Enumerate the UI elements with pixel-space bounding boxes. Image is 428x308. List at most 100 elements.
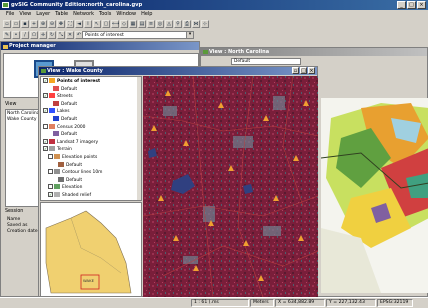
measure-distance-icon[interactable]: ⟷	[111, 20, 119, 28]
toc-layer-row[interactable]: ✓ Terrain	[43, 146, 72, 153]
minimize-icon[interactable]: _	[397, 1, 406, 9]
app-title-bar: gvSIG Community Edition:north_carolina.g…	[0, 0, 428, 10]
maximize-icon[interactable]: □	[300, 67, 307, 74]
layout-icon[interactable]: ▤	[138, 20, 146, 28]
zoom-in-icon[interactable]: ⊕	[39, 20, 47, 28]
layer-visibility-checkbox[interactable]: ✓	[43, 138, 48, 144]
toc-layer-label: Default	[66, 162, 83, 168]
menu-tools[interactable]: Tools	[99, 10, 111, 18]
hyperlink-icon[interactable]: ⚲	[174, 20, 182, 28]
layer-visibility-checkbox[interactable]: ✓	[43, 78, 48, 83]
locator-map[interactable]: WAKE	[40, 202, 142, 297]
pan-icon[interactable]: ✥	[57, 20, 65, 28]
layer-visibility-checkbox[interactable]	[48, 154, 53, 159]
menu-file[interactable]: File	[6, 10, 14, 18]
status-bar: 1 : 61 (.ms Meters X = 634,882.89 Y = 22…	[0, 297, 428, 308]
toc-layer-row[interactable]: ✓ Streets	[43, 93, 73, 100]
wake-map-canvas[interactable]	[143, 76, 318, 297]
add-layer-icon[interactable]: +	[30, 20, 38, 28]
delete-icon[interactable]: ✕	[66, 31, 74, 39]
toc-layer-row[interactable]: ✓ Lakes	[43, 108, 70, 115]
status-message	[0, 299, 190, 307]
view-nc-combo-value: Default	[234, 59, 251, 64]
locator-icon[interactable]: ◎	[156, 20, 164, 28]
layer-visibility-checkbox[interactable]	[48, 169, 53, 175]
zoom-out-icon[interactable]: ⊖	[48, 20, 56, 28]
toc-layer-row[interactable]: Default	[53, 116, 77, 123]
view-wake-controls: ▫ □ ×	[292, 67, 315, 74]
main-toolbar: ▫ ▭ ▪ + ⊕ ⊖ ✥ ⛶ ◄ i ↖ ▢ ⟷ ◇ ▦ ▤ ≡ ◎ ◬ ⚲ …	[0, 19, 428, 29]
nc-geology-map[interactable]	[321, 98, 428, 293]
open-icon[interactable]: ▭	[12, 20, 20, 28]
network-icon[interactable]: ⋈	[192, 20, 200, 28]
toc-layer-row[interactable]: Default	[53, 131, 77, 138]
toc-layer-row[interactable]: Elevation points	[48, 154, 97, 161]
measure-area-icon[interactable]: ◇	[120, 20, 128, 28]
view-nc-combo[interactable]: Default	[231, 58, 301, 65]
layer-visibility-checkbox[interactable]	[43, 123, 48, 129]
chevron-down-icon[interactable]: ▾	[186, 32, 193, 38]
project-icon	[3, 45, 8, 49]
menu-table[interactable]: Table	[55, 10, 68, 18]
detach-icon[interactable]: ▫	[292, 67, 299, 74]
view-item-wake-county[interactable]: Wake County	[6, 117, 38, 122]
toc-layer-label: Points of interest	[57, 79, 101, 84]
toc-layer-label: Default	[61, 132, 78, 138]
layer-visibility-checkbox[interactable]: ✓	[43, 108, 48, 114]
layer-visibility-checkbox[interactable]: ✓	[48, 192, 53, 197]
status-y: Y = 227,132.43	[326, 299, 376, 307]
edit-icon[interactable]: ✎	[3, 31, 11, 39]
zoom-previous-icon[interactable]: ◄	[75, 20, 83, 28]
layer-visibility-checkbox[interactable]: ✓	[43, 93, 48, 99]
new-icon[interactable]: ▫	[3, 20, 11, 28]
toc-layer-row[interactable]: ✓ Landsat 7 imagery	[43, 138, 98, 146]
zoom-full-icon[interactable]: ⛶	[66, 20, 74, 28]
toc-scrollbar[interactable]	[137, 77, 141, 200]
status-units[interactable]: Meters	[250, 299, 274, 307]
toc-layer-row[interactable]: Default	[53, 100, 77, 108]
toc-layer-row[interactable]: Default	[58, 161, 83, 169]
nc-geology-svg	[321, 103, 428, 293]
scale-icon[interactable]: ⤡	[57, 31, 65, 39]
layer-visibility-checkbox[interactable]: ✓	[43, 146, 48, 152]
toc-layer-row[interactable]: ✓ Points of interest	[43, 78, 100, 85]
menu-layer[interactable]: Layer	[36, 10, 50, 18]
layer-visibility-checkbox[interactable]	[48, 184, 53, 190]
menu-view[interactable]: View	[19, 10, 31, 18]
legend-icon[interactable]: ≡	[147, 20, 155, 28]
snap-icon[interactable]: ⊹	[201, 20, 209, 28]
save-icon[interactable]: ▪	[21, 20, 29, 28]
menu-window[interactable]: Window	[116, 10, 136, 18]
menu-help[interactable]: Help	[141, 10, 152, 18]
locator-label: WAKE	[83, 278, 95, 283]
toc-layer-row[interactable]: Default	[58, 176, 82, 184]
polygon-icon[interactable]: ⬠	[30, 31, 38, 39]
select-rect-icon[interactable]: ▢	[102, 20, 110, 28]
toc-layer-row[interactable]: Census 2000	[43, 123, 85, 131]
toc-layer-row[interactable]: Contour lines 10m	[48, 169, 102, 176]
toc-layer-row[interactable]: Elevation	[48, 184, 82, 191]
select-icon[interactable]: ↖	[93, 20, 101, 28]
session-label: Session	[5, 209, 24, 214]
layer-symbol-icon	[53, 100, 59, 106]
layer-combo[interactable]: Points of interest ▾	[82, 31, 194, 39]
table-icon[interactable]: ▦	[129, 20, 137, 28]
toc-layer-row[interactable]: ✓ Shaded relief	[48, 192, 91, 199]
toc-layer-label: Terrain	[57, 147, 72, 153]
move-icon[interactable]: ✛	[39, 31, 47, 39]
graph-icon[interactable]: ◬	[165, 20, 173, 28]
line-icon[interactable]: /	[21, 31, 29, 39]
rotate-icon[interactable]: ↻	[48, 31, 56, 39]
maximize-icon[interactable]: □	[407, 1, 416, 9]
status-scale[interactable]: 1 : 61 (.ms	[191, 299, 249, 307]
layer-symbol-icon	[58, 161, 64, 167]
close-icon[interactable]: ×	[308, 67, 315, 74]
print-icon[interactable]: ⎙	[183, 20, 191, 28]
secondary-toolbar: ✎ • / ⬠ ✛ ↻ ⤡ ✕ ↶	[0, 30, 428, 40]
menu-network[interactable]: Network	[73, 10, 94, 18]
point-icon[interactable]: •	[12, 31, 20, 39]
toc-layer-row[interactable]: Default	[53, 85, 77, 93]
info-icon[interactable]: i	[84, 20, 92, 28]
view-item-north-carolina[interactable]: North Carolina	[6, 110, 40, 117]
close-icon[interactable]: ×	[417, 1, 426, 9]
